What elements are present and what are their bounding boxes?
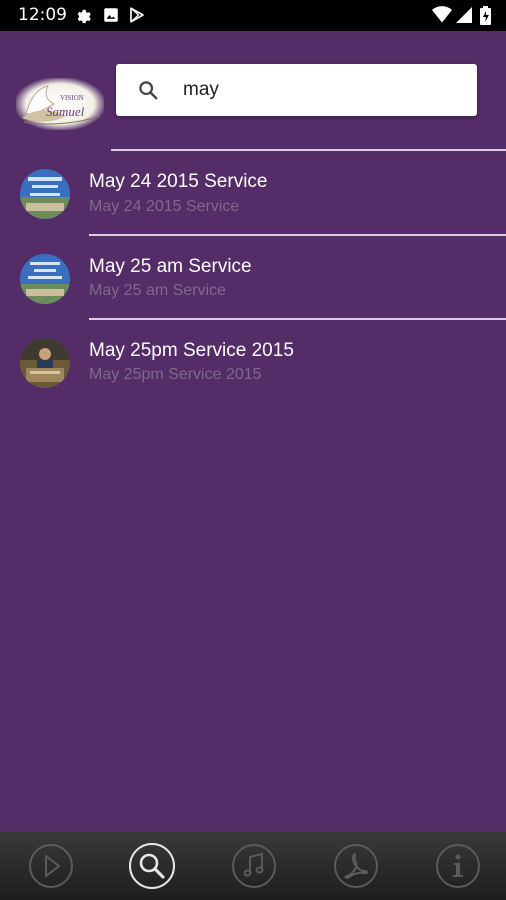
dove-logo-icon: VISION Samuel: [22, 85, 101, 125]
photo-icon: [104, 8, 118, 22]
status-bar: 12:09: [0, 0, 506, 31]
result-subtitle: May 24 2015 Service: [89, 198, 240, 215]
service-thumbnail: [20, 169, 70, 219]
church-logo: VISION Samuel: [16, 78, 104, 130]
result-title: May 24 2015 Service: [89, 171, 268, 192]
bottom-navigation: [0, 832, 506, 900]
result-subtitle: May 25pm Service 2015: [89, 366, 262, 383]
list-item[interactable]: May 24 2015 Service May 24 2015 Service: [0, 154, 506, 236]
play-button[interactable]: [27, 842, 75, 890]
service-thumbnail: [20, 338, 70, 388]
gear-icon: [77, 9, 91, 24]
wifi-icon: [432, 6, 452, 23]
svg-text:VISION: VISION: [60, 94, 84, 102]
play-store-icon: [130, 7, 144, 23]
svg-text:Samuel: Samuel: [46, 104, 85, 119]
list-item[interactable]: May 25 am Service May 25 am Service: [0, 238, 506, 320]
service-thumbnail: [20, 254, 70, 304]
search-box[interactable]: [116, 64, 477, 116]
divider: [111, 149, 506, 151]
result-title: May 25 am Service: [89, 256, 252, 277]
result-subtitle: May 25 am Service: [89, 282, 226, 299]
music-icon: [232, 844, 276, 888]
search-icon: [129, 843, 175, 889]
music-button[interactable]: [230, 842, 278, 890]
divider: [89, 234, 506, 236]
signal-icon: [456, 7, 472, 23]
battery-icon: [480, 6, 491, 25]
result-title: May 25pm Service 2015: [89, 340, 294, 361]
search-icon: [139, 81, 158, 100]
status-time: 12:09: [18, 5, 67, 25]
play-icon: [29, 844, 73, 888]
info-icon: [436, 844, 480, 888]
pdf-button[interactable]: [332, 842, 380, 890]
pdf-icon: [334, 844, 378, 888]
list-item[interactable]: May 25pm Service 2015 May 25pm Service 2…: [0, 322, 506, 404]
divider: [89, 318, 506, 320]
search-button[interactable]: [128, 842, 176, 890]
info-button[interactable]: [434, 842, 482, 890]
search-input[interactable]: [183, 64, 463, 116]
